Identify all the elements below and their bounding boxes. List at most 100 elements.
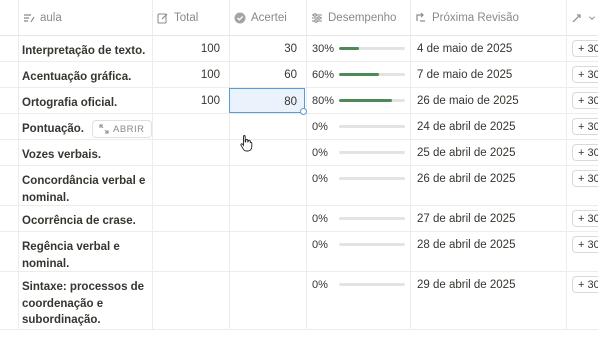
table-row[interactable]: Concordância verbal e nominal. 0% 26 de ab… [0,166,598,206]
add-30-button[interactable]: + 30 [572,144,598,161]
header-aula[interactable]: aula [18,0,152,35]
column-divider [566,88,567,113]
table-row[interactable]: Ortografia oficial. 100 80 80% 26 de maio de… [0,88,598,115]
cell-total[interactable] [152,232,228,239]
header-acertei-label: Acertei [251,11,287,24]
cell-proxima-revisao: 25 de abril de 2025 [417,147,516,159]
cell-total[interactable]: 100 [152,88,228,107]
add-30-button[interactable]: + 30 [572,66,598,83]
cell-acertei-selected[interactable]: 80 [229,88,307,115]
edit-icon [157,13,168,23]
cell-total[interactable] [152,206,228,213]
cell-total[interactable]: 100 [152,36,228,55]
cell-aula[interactable]: Interpretação de texto. [18,36,150,60]
cell-desempenho: 0% [306,166,409,185]
cell-proxima-revisao: 29 de abril de 2025 [417,279,516,291]
add-30-button[interactable]: + 30 [572,170,598,187]
header-aula-label: aula [40,11,62,24]
cell-proxima-revisao: 4 de maio de 2025 [417,43,513,55]
check-circle-icon [234,12,246,23]
add-30-button[interactable]: + 30 [572,236,598,253]
header-total[interactable]: Total [152,0,229,35]
cell-aula[interactable]: Sintaxe: processos de coordenação e subo… [18,272,150,329]
cell-aula[interactable]: Regência verbal e nominal. [18,232,150,272]
header-total-label: Total [174,11,199,24]
open-page-button[interactable]: ABRIR [92,120,152,138]
header-acertei[interactable]: Acertei [229,0,306,35]
add-30-button[interactable]: + 30 [572,118,598,135]
table-row[interactable]: Interpretação de texto. 100 30 30% 4 de maio… [0,36,598,62]
cell-proxima-revisao: 26 de abril de 2025 [417,173,516,185]
add-30-button[interactable]: + 30 [572,40,598,57]
header-button-column[interactable] [566,0,598,35]
cell-desempenho: 30% [306,36,409,55]
cell-aula[interactable]: Vozes verbais. [18,140,150,164]
column-divider [566,114,567,139]
table-row[interactable]: Acentuação gráfica. 100 60 60% 7 de maio de … [0,62,598,88]
progress-bar [339,151,405,154]
cell-total[interactable] [152,166,228,173]
table-row[interactable]: Pontuação. ABRIR 0% 24 de abril de 2025 + 30 [0,114,598,140]
progress-bar [339,243,405,246]
column-divider [566,272,567,329]
column-divider [566,166,567,205]
cell-proxima-revisao: 24 de abril de 2025 [417,121,516,133]
add-30-button[interactable]: + 30 [572,276,598,293]
cell-acertei[interactable] [229,232,305,239]
table-row[interactable]: Sintaxe: processos de coordenação e subo… [0,272,598,330]
cell-desempenho: 0% [306,272,409,291]
cell-desempenho: 0% [306,140,409,159]
progress-bar [339,217,405,220]
cell-acertei[interactable]: 30 [229,36,305,55]
desempenho-percent: 30% [312,43,335,55]
cell-aula[interactable]: Ortografia oficial. [18,88,150,112]
progress-bar [339,47,405,50]
add-30-button[interactable]: + 30 [572,210,598,227]
desempenho-percent: 0% [312,213,328,225]
column-divider [229,272,230,329]
formula-sliders-icon [312,12,322,23]
cell-total[interactable] [152,272,228,279]
table-row[interactable]: Regência verbal e nominal. 0% 28 de abril … [0,232,598,272]
header-desempenho[interactable]: Desempenho [306,0,410,35]
cell-aula[interactable]: Ocorrência de crase. [18,206,150,230]
cell-aula[interactable]: Acentuação gráfica. [18,62,150,86]
desempenho-percent: 60% [312,69,335,81]
cell-acertei-value: 80 [284,96,297,108]
cell-acertei[interactable] [229,206,305,213]
cell-total[interactable]: 100 [152,62,228,81]
desempenho-percent: 0% [312,147,328,159]
cell-proxima-revisao: 26 de maio de 2025 [417,95,519,107]
cell-acertei[interactable] [229,114,305,121]
button-cursor-icon [572,13,581,22]
cell-acertei[interactable] [229,272,305,279]
table-row[interactable]: Ocorrência de crase. 0% 27 de abril de 202… [0,206,598,232]
column-divider [152,272,153,329]
rollup-arrows-icon [416,12,425,22]
cell-desempenho: 0% [306,232,409,251]
desempenho-percent: 80% [312,95,335,107]
progress-bar [339,73,405,76]
cell-acertei[interactable]: 60 [229,62,305,81]
cell-proxima-revisao: 7 de maio de 2025 [417,69,513,81]
progress-bar [339,125,405,128]
cell-total[interactable] [152,140,228,147]
desempenho-percent: 0% [312,239,328,251]
cell-desempenho: 0% [306,206,409,225]
text-property-icon [24,13,35,22]
progress-bar-fill [339,73,379,76]
header-proxima-revisao[interactable]: Próxima Revisão [410,0,566,35]
progress-bar [339,283,405,286]
progress-bar-fill [339,99,392,102]
header-proxima-revisao-label: Próxima Revisão [432,11,519,24]
column-divider [566,206,567,231]
table-row[interactable]: Vozes verbais. 0% 25 de abril de 2025 + 30 [0,140,598,166]
cell-acertei[interactable] [229,166,305,173]
cell-total[interactable] [152,114,228,121]
add-30-button[interactable]: + 30 [572,92,598,109]
cell-aula[interactable]: Concordância verbal e nominal. [18,166,150,206]
cell-desempenho: 0% [306,114,409,133]
progress-bar [339,99,405,102]
header-edge [0,0,18,35]
progress-bar-fill [339,47,359,50]
